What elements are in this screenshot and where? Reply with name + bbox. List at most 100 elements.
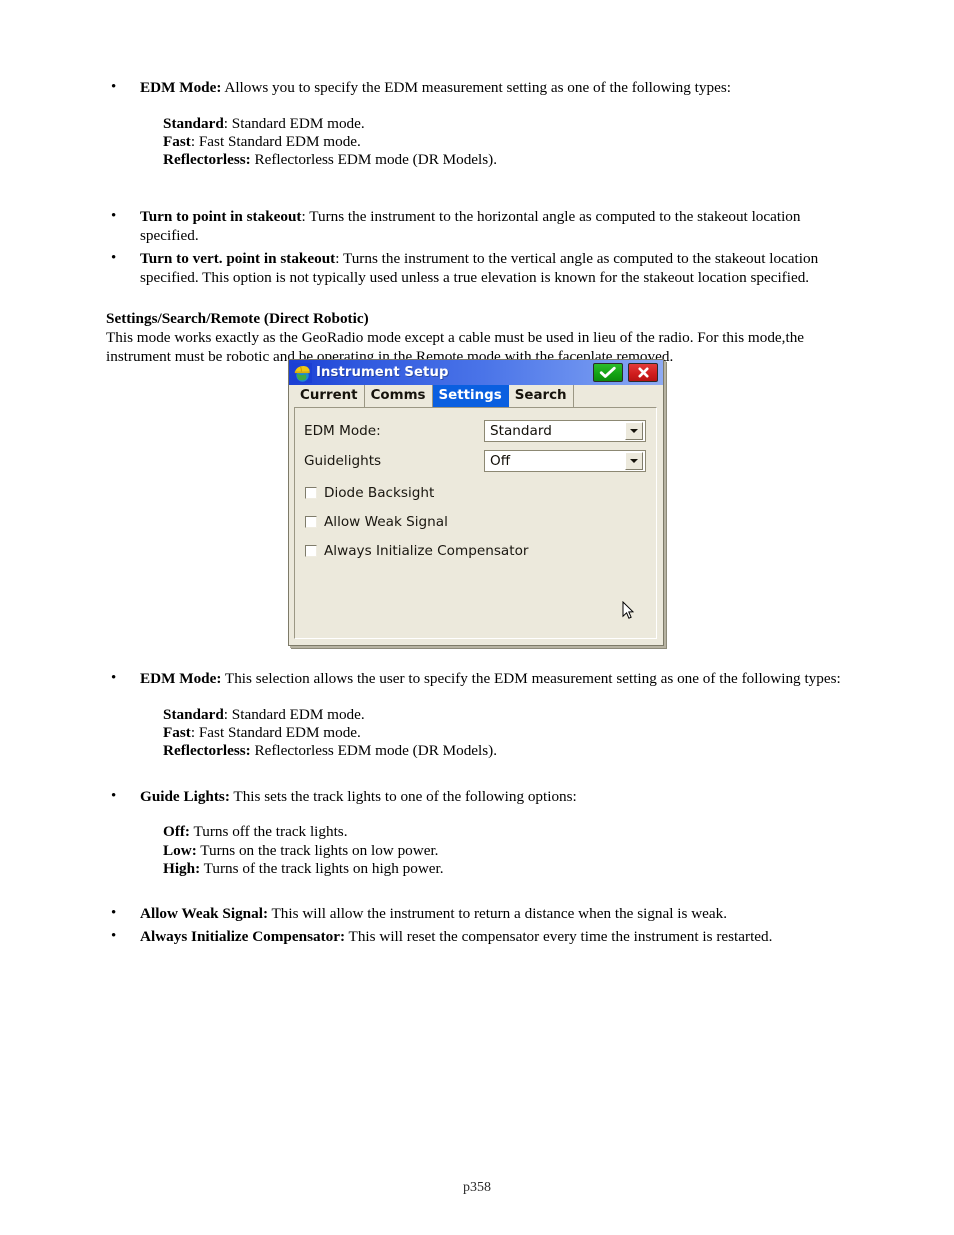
chevron-down-icon[interactable] (625, 422, 643, 440)
field-edm-mode: EDM Mode: Standard (304, 420, 646, 442)
tab-current[interactable]: Current (294, 385, 365, 407)
edm-mode-sublist-top: Standard: Standard EDM mode. Fast: Fast … (163, 115, 848, 170)
guide-lights-sublist: Off: Turns off the track lights. Low: Tu… (163, 823, 848, 878)
instrument-setup-dialog: Instrument Setup Current Comms Settings (288, 359, 664, 646)
bullet-dot-icon (106, 787, 140, 807)
bullet-term: Turn to vert. point in stakeout (140, 249, 336, 267)
chevron-down-icon[interactable] (625, 452, 643, 470)
bullet-rest: Allows you to specify the EDM measuremen… (221, 79, 731, 96)
sub-rest: : Standard EDM mode. (223, 114, 365, 132)
checkbox-box[interactable] (305, 545, 317, 557)
instrument-setup-dialog-screenshot: Instrument Setup Current Comms Settings (288, 359, 664, 646)
sub-rest: : Standard EDM mode. (223, 705, 365, 723)
bullet-dot-icon (106, 904, 140, 924)
list-item: Reflectorless: Reflectorless EDM mode (D… (163, 151, 848, 169)
sub-rest: Turns of the track lights on high power. (200, 860, 444, 878)
sub-rest: : Fast Standard EDM mode. (190, 132, 361, 150)
checkbox-label: Allow Weak Signal (324, 514, 448, 530)
checkbox-label: Always Initialize Compensator (324, 543, 529, 559)
document-body-lower: EDM Mode: This selection allows the user… (106, 669, 848, 946)
bullet-turn-to-point: Turn to point in stakeout: Turns the ins… (106, 207, 848, 246)
dialog-ok-button[interactable] (593, 363, 623, 382)
dialog-titlebar[interactable]: Instrument Setup (289, 360, 663, 385)
guidelights-value: Off (490, 453, 511, 469)
bullet-dot-icon (106, 249, 140, 269)
sub-rest: : Fast Standard EDM mode. (190, 723, 361, 741)
document-body: EDM Mode: Allows you to specify the EDM … (106, 78, 848, 367)
sub-term: Off: (163, 823, 190, 841)
checkbox-box[interactable] (305, 487, 317, 499)
bullet-dot-icon (106, 207, 140, 227)
section-heading: Settings/Search/Remote (Direct Robotic) (106, 309, 369, 327)
list-item: Fast: Fast Standard EDM mode. (163, 724, 848, 742)
bullet-text: Allow Weak Signal: This will allow the i… (140, 904, 848, 924)
dialog-tabstrip: Current Comms Settings Search (289, 385, 663, 407)
bullet-allow-weak-signal: Allow Weak Signal: This will allow the i… (106, 904, 848, 924)
tab-search[interactable]: Search (508, 385, 574, 407)
sub-term: Reflectorless: (163, 742, 251, 760)
bullet-text: Turn to vert. point in stakeout: Turns t… (140, 249, 848, 288)
tab-comms[interactable]: Comms (364, 385, 433, 407)
bullet-dot-icon (106, 669, 140, 689)
bullet-term: Allow Weak Signal: (140, 905, 268, 923)
sub-rest: Reflectorless EDM mode (DR Models). (250, 151, 498, 169)
bullet-term: EDM Mode: (140, 79, 222, 96)
bullet-rest: This will allow the instrument to return… (268, 905, 728, 923)
guidelights-select[interactable]: Off (484, 450, 646, 472)
checkbox-box[interactable] (305, 516, 317, 528)
edm-mode-value: Standard (490, 423, 552, 439)
sub-term: Fast (163, 132, 191, 150)
bullet-text: EDM Mode: Allows you to specify the EDM … (140, 78, 848, 98)
tab-settings[interactable]: Settings (432, 385, 509, 407)
sub-term: Fast (163, 723, 191, 741)
sub-rest: Reflectorless EDM mode (DR Models). (250, 742, 498, 760)
bullet-term: EDM Mode: (140, 670, 222, 687)
hardhat-globe-icon (292, 362, 312, 383)
list-item: Fast: Fast Standard EDM mode. (163, 133, 848, 151)
sub-term: Standard (163, 114, 224, 132)
bullet-rest: This sets the track lights to one of the… (229, 787, 577, 805)
sub-term: Reflectorless: (163, 151, 251, 169)
checkbox-always-initialize-compensator[interactable]: Always Initialize Compensator (305, 542, 529, 560)
dialog-close-button[interactable] (628, 363, 658, 382)
edm-mode-sublist-bottom: Standard: Standard EDM mode. Fast: Fast … (163, 706, 848, 761)
document-page: EDM Mode: Allows you to specify the EDM … (0, 0, 954, 1235)
page-footer: p358 (463, 1180, 491, 1195)
bullet-rest: This selection allows the user to specif… (221, 670, 841, 687)
list-item: Reflectorless: Reflectorless EDM mode (D… (163, 742, 848, 760)
field-guidelights: Guidelights Off (304, 450, 646, 472)
edm-mode-label: EDM Mode: (304, 423, 381, 439)
checkbox-allow-weak-signal[interactable]: Allow Weak Signal (305, 513, 448, 531)
dialog-client-area: EDM Mode: Standard Guidelights Off Diode… (294, 407, 657, 639)
list-item: Off: Turns off the track lights. (163, 823, 848, 841)
sub-term: Low: (163, 841, 197, 859)
list-item: High: Turns of the track lights on high … (163, 860, 848, 878)
edm-mode-select[interactable]: Standard (484, 420, 646, 442)
checkbox-diode-backsight[interactable]: Diode Backsight (305, 484, 434, 502)
checkbox-label: Diode Backsight (324, 485, 435, 501)
guidelights-label: Guidelights (304, 453, 382, 469)
bullet-term: Guide Lights: (140, 787, 230, 805)
bullet-rest: This will reset the compensator every ti… (345, 927, 773, 945)
bullet-text: Always Initialize Compensator: This will… (140, 927, 848, 947)
bullet-turn-to-vert-point: Turn to vert. point in stakeout: Turns t… (106, 249, 848, 288)
dialog-title: Instrument Setup (316, 365, 449, 380)
sub-term: Standard (163, 705, 224, 723)
list-item: Low: Turns on the track lights on low po… (163, 842, 848, 860)
bullet-term: Turn to point in stakeout (140, 207, 302, 225)
bullet-text: Turn to point in stakeout: Turns the ins… (140, 207, 848, 246)
bullet-edm-mode-top: EDM Mode: Allows you to specify the EDM … (106, 78, 848, 98)
bullet-dot-icon (106, 78, 140, 98)
bullet-always-initialize-compensator: Always Initialize Compensator: This will… (106, 927, 848, 947)
sub-term: High: (163, 860, 201, 878)
bullet-guide-lights: Guide Lights: This sets the track lights… (106, 787, 848, 807)
bullet-text: Guide Lights: This sets the track lights… (140, 787, 848, 807)
